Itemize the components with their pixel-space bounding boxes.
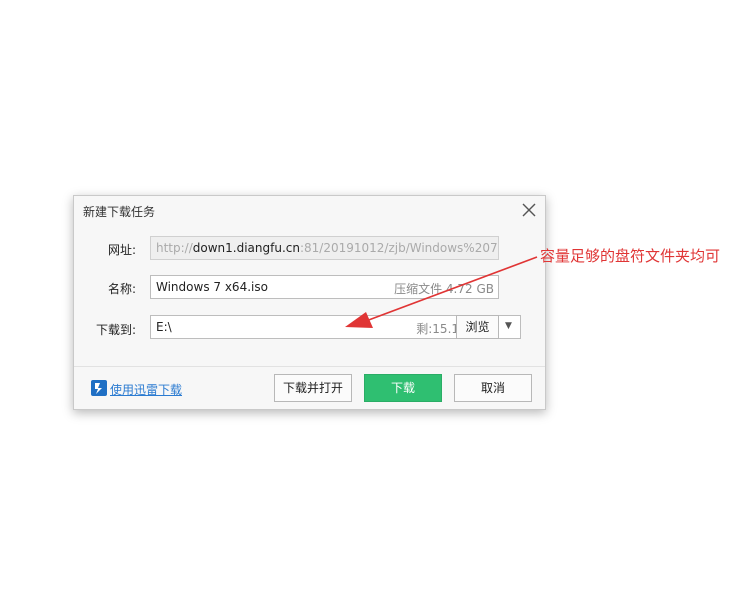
dialog-title: 新建下载任务 xyxy=(83,205,156,219)
annotation-text: 容量足够的盘符文件夹均可 xyxy=(540,247,721,265)
path-dropdown-button[interactable]: ▼ xyxy=(497,315,521,339)
url-rest: :81/20191012/zjb/Windows%207% xyxy=(299,241,499,255)
save-path-input[interactable]: E:\ 剩:15.13 GB xyxy=(150,315,498,339)
file-name-value: Windows 7 x64.iso xyxy=(156,280,268,294)
save-path-value: E:\ xyxy=(156,320,172,334)
divider xyxy=(74,366,545,367)
chevron-down-icon: ▼ xyxy=(505,321,512,331)
save-to-label: 下载到: xyxy=(95,323,136,337)
use-xunlei-label: 使用迅雷下载 xyxy=(110,383,183,397)
url-host: down1.diangfu.cn xyxy=(192,241,300,255)
download-and-open-button[interactable]: 下载并打开 xyxy=(274,374,352,402)
name-label: 名称: xyxy=(107,282,136,296)
url-text: http://down1.diangfu.cn:81/20191012/zjb/… xyxy=(156,241,499,255)
cancel-button[interactable]: 取消 xyxy=(454,374,532,402)
close-icon[interactable] xyxy=(520,201,538,219)
url-label: 网址: xyxy=(107,243,136,257)
url-prefix: http:// xyxy=(156,241,193,255)
file-info: 压缩文件 4.72 GB xyxy=(394,282,494,296)
new-download-dialog: 新建下载任务 网址: http://down1.diangfu.cn:81/20… xyxy=(73,195,546,410)
url-field[interactable]: http://down1.diangfu.cn:81/20191012/zjb/… xyxy=(150,236,499,260)
file-name-input[interactable]: Windows 7 x64.iso 压缩文件 4.72 GB xyxy=(150,275,499,299)
xunlei-logo-icon xyxy=(91,380,107,396)
browse-button[interactable]: 浏览 xyxy=(456,315,499,339)
download-button[interactable]: 下载 xyxy=(364,374,442,402)
